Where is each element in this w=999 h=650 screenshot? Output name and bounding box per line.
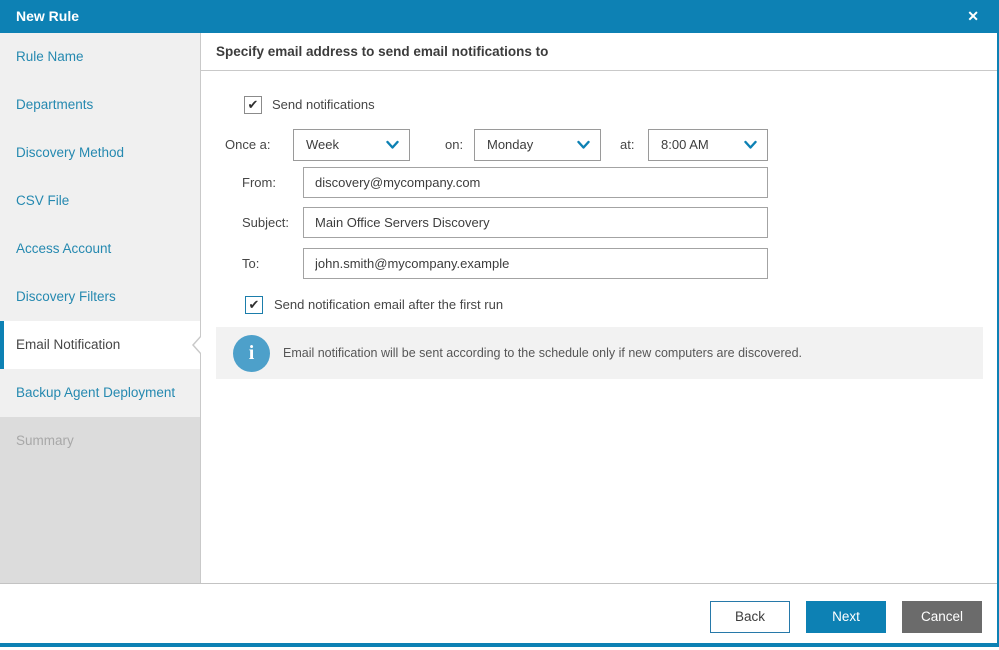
info-icon: i	[233, 335, 270, 372]
window-bottom-border	[0, 643, 999, 647]
at-label: at:	[620, 129, 634, 161]
check-icon: ✔	[248, 97, 259, 112]
from-label: From:	[242, 167, 276, 198]
subject-field[interactable]	[303, 207, 768, 238]
page-title: Specify email address to send email noti…	[216, 33, 548, 70]
send-notifications-label: Send notifications	[272, 96, 375, 114]
info-banner-text: Email notification will be sent accordin…	[283, 327, 802, 379]
check-icon: ✔	[249, 297, 260, 312]
cancel-button[interactable]: Cancel	[902, 601, 982, 633]
subject-label: Subject:	[242, 207, 289, 238]
day-dropdown[interactable]: Monday	[474, 129, 601, 161]
sidebar-item-discovery-method[interactable]: Discovery Method	[0, 129, 200, 177]
from-field[interactable]	[303, 167, 768, 198]
sidebar-item-csv-file[interactable]: CSV File	[0, 177, 200, 225]
sidebar-item-email-notification[interactable]: Email Notification	[0, 321, 200, 369]
sidebar-disabled-section: Summary	[0, 417, 200, 583]
first-run-checkbox[interactable]: ✔	[245, 296, 263, 314]
new-rule-dialog: New Rule ✕ Rule Name Departments Discove…	[0, 0, 999, 650]
to-label: To:	[242, 248, 259, 279]
once-a-label: Once a:	[225, 129, 271, 161]
sidebar-item-summary: Summary	[0, 417, 200, 465]
sidebar-divider	[200, 33, 201, 583]
dialog-title: New Rule	[16, 0, 79, 33]
time-value: 8:00 AM	[661, 130, 709, 160]
footer-divider	[0, 583, 999, 584]
next-button[interactable]: Next	[806, 601, 886, 633]
send-notifications-checkbox[interactable]: ✔	[244, 96, 262, 114]
time-dropdown[interactable]: 8:00 AM	[648, 129, 768, 161]
sidebar-item-access-account[interactable]: Access Account	[0, 225, 200, 273]
close-icon[interactable]: ✕	[967, 0, 979, 33]
to-field[interactable]	[303, 248, 768, 279]
heading-divider	[201, 70, 997, 71]
back-button[interactable]: Back	[710, 601, 790, 633]
info-banner: i Email notification will be sent accord…	[216, 327, 983, 379]
sidebar-item-backup-agent-deployment[interactable]: Backup Agent Deployment	[0, 369, 200, 417]
active-step-notch-fill	[194, 336, 202, 354]
sidebar-item-rule-name[interactable]: Rule Name	[0, 33, 200, 81]
wizard-steps-sidebar: Rule Name Departments Discovery Method C…	[0, 33, 200, 583]
sidebar-item-departments[interactable]: Departments	[0, 81, 200, 129]
title-bar: New Rule ✕	[0, 0, 999, 33]
chevron-down-icon	[577, 140, 590, 150]
day-value: Monday	[487, 130, 533, 160]
on-label: on:	[445, 129, 463, 161]
frequency-dropdown[interactable]: Week	[293, 129, 410, 161]
sidebar-item-discovery-filters[interactable]: Discovery Filters	[0, 273, 200, 321]
first-run-label: Send notification email after the first …	[274, 296, 503, 314]
chevron-down-icon	[386, 140, 399, 150]
chevron-down-icon	[744, 140, 757, 150]
frequency-value: Week	[306, 130, 339, 160]
